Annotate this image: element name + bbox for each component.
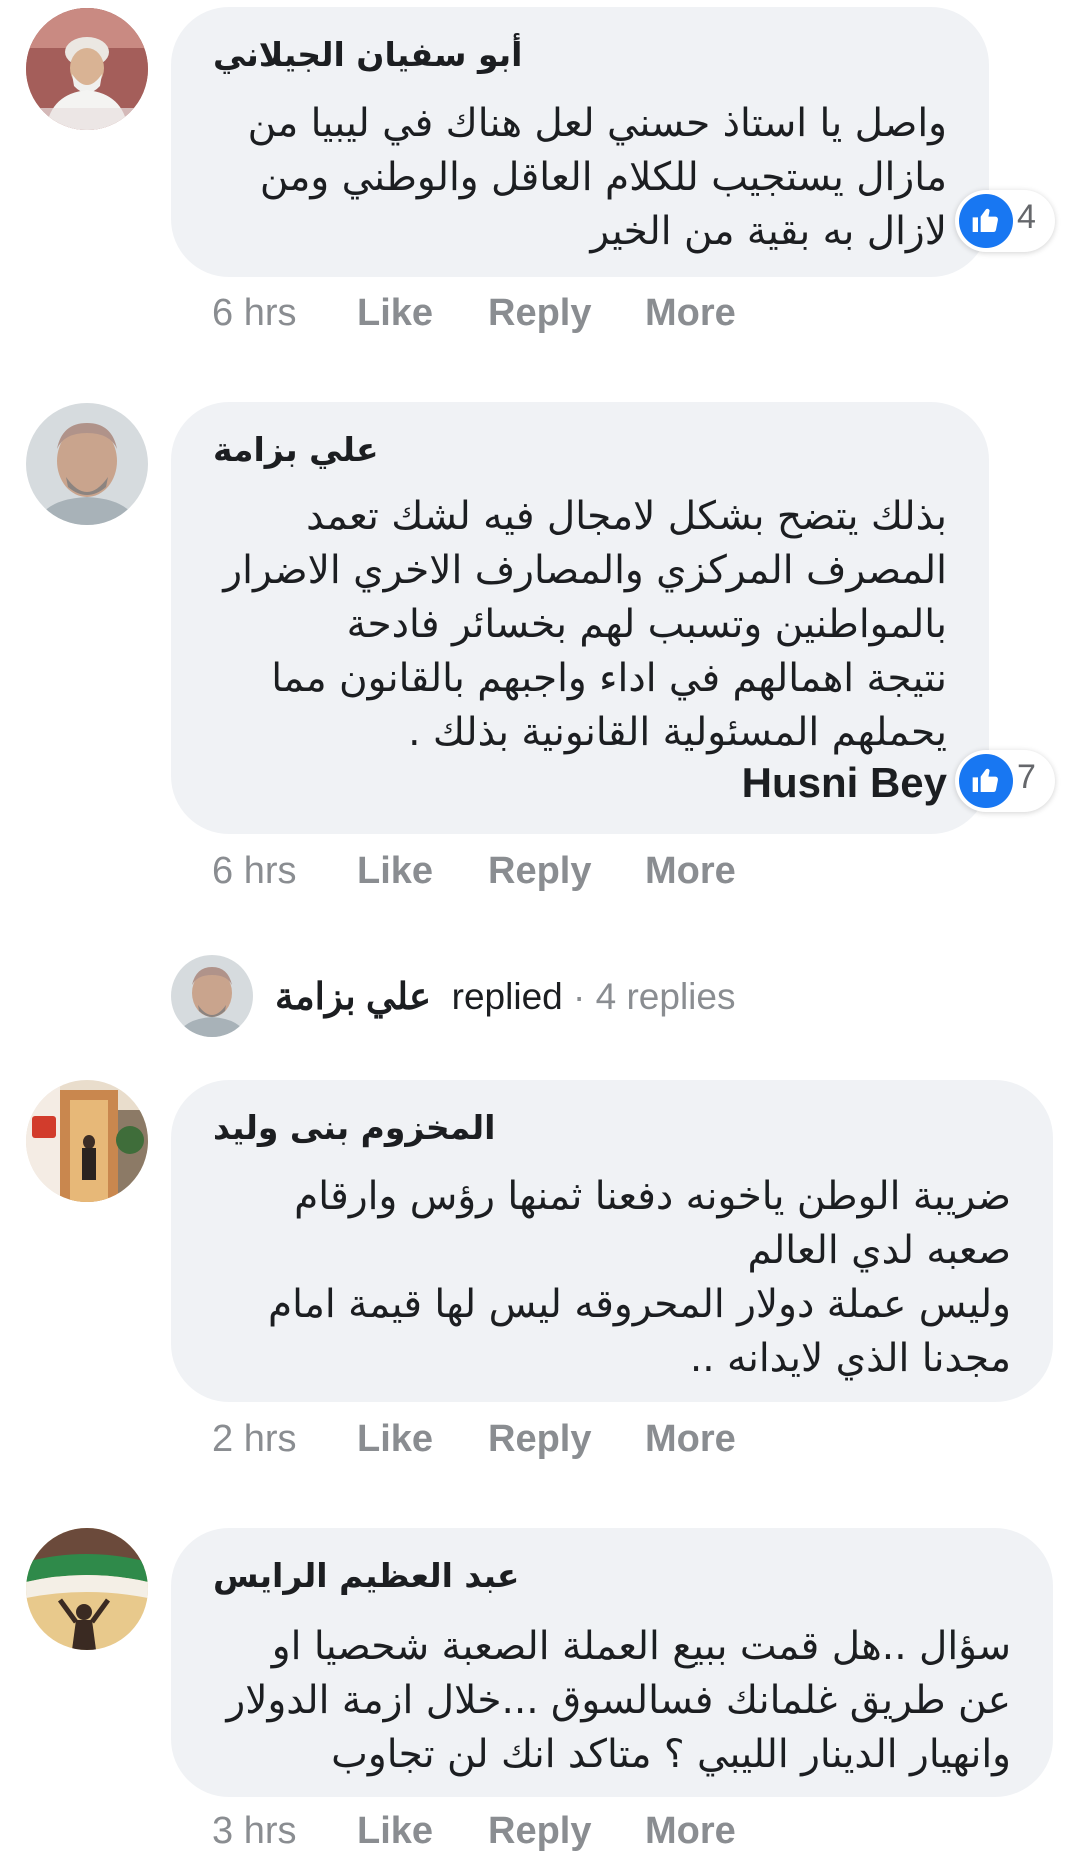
reaction-summary[interactable]: 7 [955,750,1055,812]
thumbs-up-icon [959,194,1013,248]
reply-button[interactable]: Reply [488,1810,591,1853]
comment-line: بالمواطنين وتسبب لهم بخسائر فادحة [346,602,947,647]
avatar[interactable] [26,1528,148,1650]
comment-author[interactable]: المخزوم بنى وليد [213,1108,496,1147]
avatar [171,955,253,1037]
reaction-count: 4 [1017,198,1036,236]
reaction-summary[interactable]: 4 [955,190,1055,252]
more-button[interactable]: More [645,1418,736,1461]
replies-author: علي بزامة [275,976,432,1017]
comment-bubble: أبو سفيان الجيلاني واصل يا استاذ حسني لع… [171,7,989,277]
replied-label: replied [451,976,563,1017]
avatar[interactable] [26,403,148,525]
like-button[interactable]: Like [357,1810,433,1853]
comment-line: مازال يستجيب للكلام العاقل والوطني ومن [259,155,947,200]
comment-line: سؤال ..هل قمت ببيع العملة الصعبة شحصيا ا… [271,1624,1011,1669]
like-button[interactable]: Like [357,292,433,335]
comment-line: نتيجة اهمالهم في اداء واجبهم بالقانون مم… [271,656,947,701]
like-button[interactable]: Like [357,850,433,893]
mentioned-user-tag[interactable]: Husni Bey [742,759,947,807]
comment-line: المصرف المركزي والمصارف الاخري الاضرار [223,548,947,593]
comment-text: سؤال ..هل قمت ببيع العملة الصعبة شحصيا ا… [226,1620,1011,1782]
comment-line: صعبه لدي العالم [747,1228,1011,1273]
comment-line: وانهيار الدينار الليبي ؟ متاكد انك لن تج… [331,1732,1011,1777]
comment-line: وليس عملة دولار المحروقه ليس لها قيمة ام… [268,1282,1011,1327]
comment-bubble: عبد العظيم الرايس سؤال ..هل قمت ببيع الع… [171,1528,1053,1797]
thumbs-up-icon [959,754,1013,808]
comment-author[interactable]: علي بزامة [213,430,379,469]
comment-timestamp[interactable]: 2 hrs [212,1418,296,1461]
comment-timestamp[interactable]: 3 hrs [212,1810,296,1853]
comment-text: ضريبة الوطن ياخونه دفعنا ثمنها رؤس وارقا… [268,1170,1011,1386]
comment-text: واصل يا استاذ حسني لعل هناك في ليبيا من … [248,97,947,259]
like-button[interactable]: Like [357,1418,433,1461]
comment-line: لازال به بقية من الخير [590,209,947,254]
comment-line: واصل يا استاذ حسني لعل هناك في ليبيا من [247,101,947,146]
reply-button[interactable]: Reply [488,1418,591,1461]
comment-timestamp[interactable]: 6 hrs [212,850,296,893]
reply-button[interactable]: Reply [488,850,591,893]
replies-separator: · [562,976,596,1017]
comment-author[interactable]: أبو سفيان الجيلاني [213,35,522,74]
comment-text: بذلك يتضح بشكل لامجال فيه لشك تعمد المصر… [223,490,947,760]
avatar[interactable] [26,1080,148,1202]
replies-summary[interactable]: علي بزامة replied · 4 replies [275,975,735,1018]
comment-timestamp[interactable]: 6 hrs [212,292,296,335]
comment-bubble: علي بزامة بذلك يتضح بشكل لامجال فيه لشك … [171,402,989,834]
reply-button[interactable]: Reply [488,292,591,335]
comment-line: بذلك يتضح بشكل لامجال فيه لشك تعمد [306,494,947,539]
comment-author[interactable]: عبد العظيم الرايس [213,1556,519,1595]
avatar[interactable] [26,8,148,130]
reaction-count: 7 [1017,758,1036,796]
replies-count: 4 replies [595,976,736,1017]
more-button[interactable]: More [645,850,736,893]
comment-bubble: المخزوم بنى وليد ضريبة الوطن ياخونه دفعن… [171,1080,1053,1402]
comment-line: ضريبة الوطن ياخونه دفعنا ثمنها رؤس وارقا… [294,1174,1011,1219]
comment-line: يحملهم المسئولية القانونية بذلك . [408,710,947,755]
more-button[interactable]: More [645,1810,736,1853]
more-button[interactable]: More [645,292,736,335]
comment-line: عن طريق غلمانك فسالسوق ...خلال ازمة الدو… [226,1678,1011,1723]
comment-line: مجدنا الذي لايدانه .. [689,1336,1011,1381]
